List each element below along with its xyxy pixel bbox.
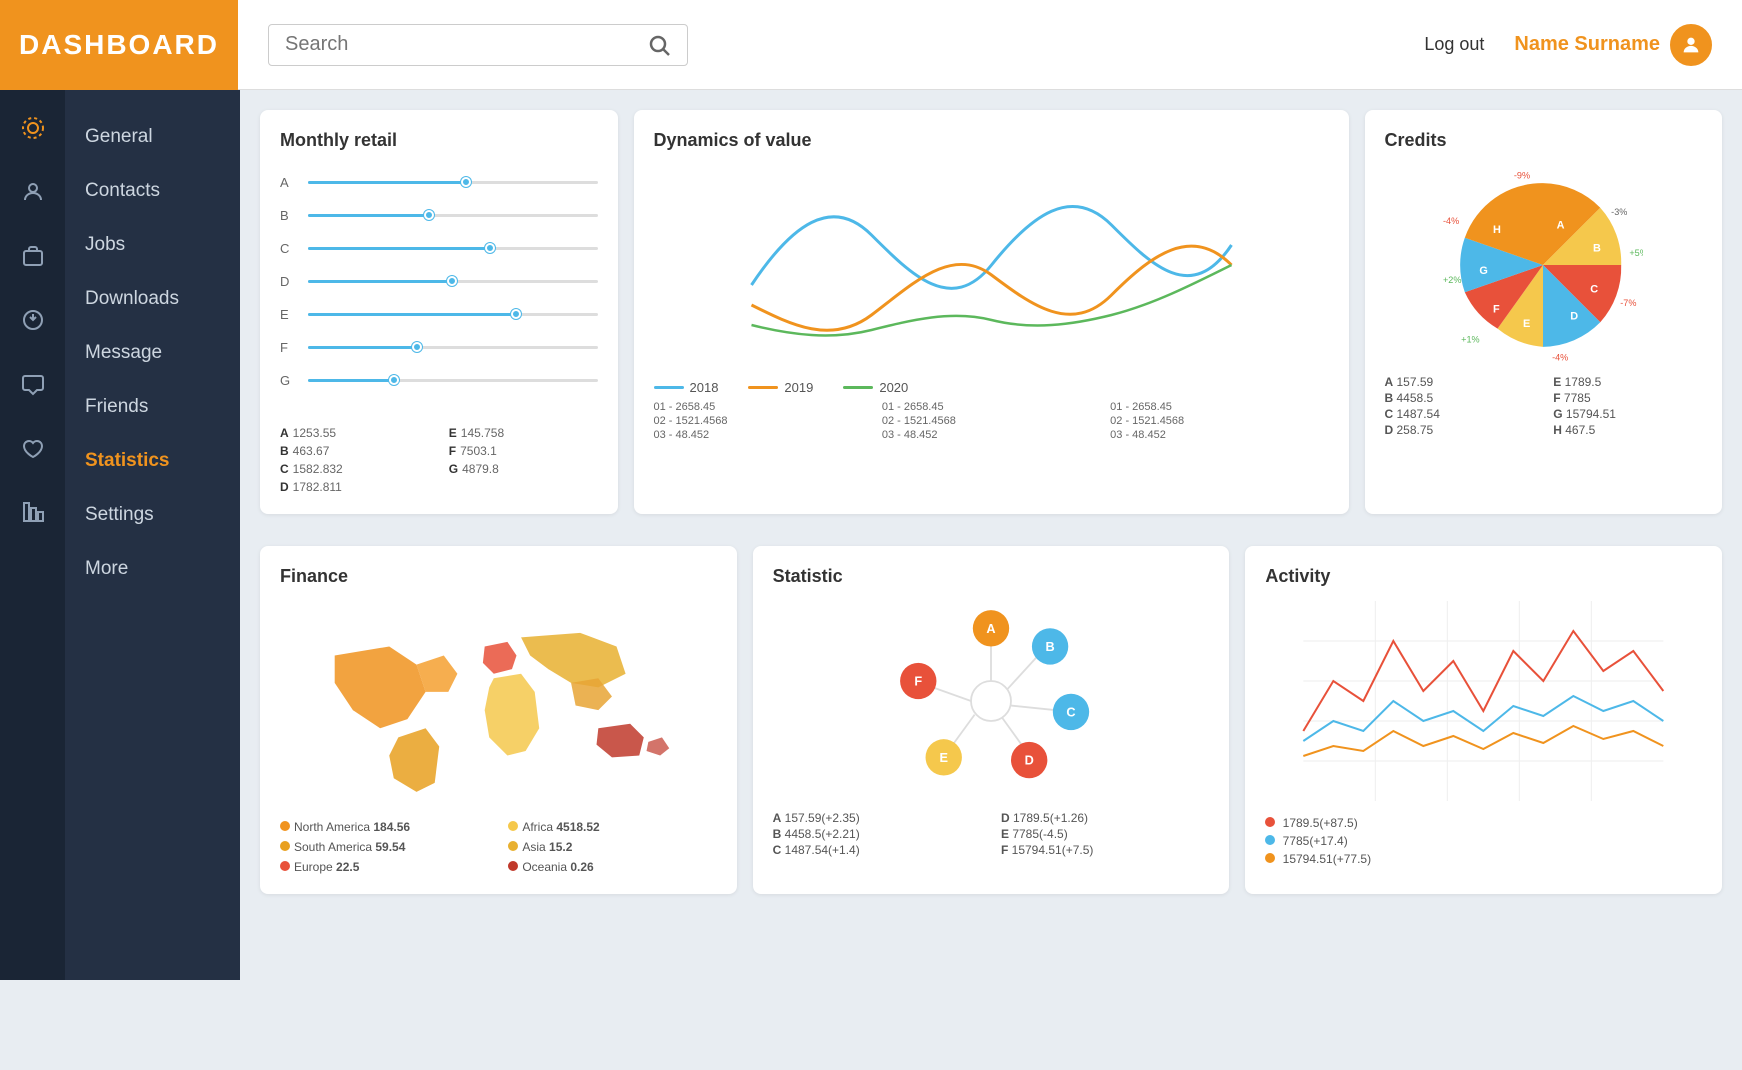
svg-text:-9%: -9% [1514,171,1530,181]
activity-card: Activity [1245,546,1722,894]
user-name: Name Surname [1514,24,1712,66]
dynamics-chart: 2018 2019 2020 01 - 2658.4501 - 2658.450… [654,165,1329,441]
retail-row-g: G [280,373,598,388]
svg-text:-4%: -4% [1443,216,1459,226]
logo: DASHBOARD [0,0,238,90]
nav-icon-contacts[interactable] [15,174,51,210]
svg-text:A: A [986,621,995,636]
statistic-data: A 157.59(+2.35) D 1789.5(+1.26) B 4458.5… [773,811,1210,857]
svg-text:-7%: -7% [1621,298,1637,308]
activity-chart [1265,601,1702,806]
svg-text:+5%: +5% [1630,248,1644,258]
svg-text:F: F [1493,303,1500,315]
svg-text:-3%: -3% [1611,207,1627,217]
retail-row-c: C [280,241,598,256]
svg-text:+2%: +2% [1443,275,1461,285]
svg-text:H: H [1493,224,1501,236]
sidebar-item-jobs[interactable]: Jobs [65,218,240,272]
search-input[interactable] [285,33,639,56]
svg-text:A: A [1557,220,1565,232]
retail-row-b: B [280,208,598,223]
credits-card: Credits [1365,110,1723,514]
search-bar[interactable] [268,24,688,66]
layout: General Contacts Jobs Downloads Message … [0,90,1742,980]
header: DASHBOARD Log out Name Surname [0,0,1742,90]
search-icon [647,33,671,57]
dynamics-data: 01 - 2658.4501 - 2658.4501 - 2658.45 02 … [654,401,1329,441]
nav-icon-statistics[interactable] [15,494,51,530]
nav-icon-friends[interactable] [15,430,51,466]
credits-data: A 157.59 E 1789.5 B 4458.5 F 7785 C 1487… [1385,375,1703,437]
svg-text:G: G [1480,265,1488,277]
credits-title: Credits [1385,130,1703,151]
logout-button[interactable]: Log out [1424,34,1484,55]
bottom-cards-grid: Finance [260,546,1722,894]
nav-icon-jobs[interactable] [15,238,51,274]
retail-stats: A1253.55 E145.758 B463.67 F7503.1 C1582.… [280,426,598,494]
avatar [1670,24,1712,66]
sidebar-item-message[interactable]: Message [65,326,240,380]
svg-text:+1%: +1% [1461,334,1479,344]
sidebar-item-contacts[interactable]: Contacts [65,164,240,218]
text-sidebar: General Contacts Jobs Downloads Message … [65,90,240,980]
dynamics-legend: 2018 2019 2020 [654,380,1329,395]
sidebar-item-more[interactable]: More [65,542,240,596]
nav-icon-downloads[interactable] [15,302,51,338]
sidebar-item-downloads[interactable]: Downloads [65,272,240,326]
retail-row-e: E [280,307,598,322]
dynamics-title: Dynamics of value [654,130,1329,151]
activity-title: Activity [1265,566,1702,587]
sidebar-item-general[interactable]: General [65,110,240,164]
main-content: Monthly retail A B [240,90,1742,980]
svg-text:-4%: -4% [1552,352,1568,362]
finance-legend: North America 184.56 Africa 4518.52 Sout… [280,820,717,874]
icon-sidebar [0,90,65,980]
monthly-retail-title: Monthly retail [280,130,598,151]
top-cards-grid: Monthly retail A B [260,110,1722,530]
svg-text:F: F [914,674,922,689]
svg-text:D: D [1025,753,1034,768]
dynamics-card: Dynamics of value 2018 [634,110,1349,514]
finance-card: Finance [260,546,737,894]
svg-text:B: B [1593,242,1601,254]
statistic-title: Statistic [773,566,1210,587]
retail-row-f: F [280,340,598,355]
activity-legend: 1789.5(+87.5) 7785(+17.4) 15794.51(+77.5… [1265,816,1702,866]
nav-icon-message[interactable] [15,366,51,402]
finance-map [280,601,717,806]
sidebar-item-statistics[interactable]: Statistics [65,434,240,488]
svg-text:E: E [1523,318,1530,330]
sidebar-item-friends[interactable]: Friends [65,380,240,434]
nav-icon-general[interactable] [15,110,51,146]
svg-text:C: C [1591,283,1599,295]
header-right: Log out Name Surname [1424,24,1712,66]
svg-text:C: C [1066,704,1075,719]
finance-title: Finance [280,566,717,587]
statistic-chart: A B C D [773,601,1210,801]
statistic-card: Statistic A B [753,546,1230,894]
svg-text:E: E [939,750,947,765]
svg-text:B: B [1045,639,1054,654]
credits-chart: A B C D E F G H -9% -3% +5% -7% -4% [1385,165,1703,365]
retail-chart: A B [280,165,598,416]
retail-row-a: A [280,175,598,190]
svg-text:D: D [1571,311,1579,323]
sidebar-item-settings[interactable]: Settings [65,488,240,542]
retail-row-d: D [280,274,598,289]
monthly-retail-card: Monthly retail A B [260,110,618,514]
